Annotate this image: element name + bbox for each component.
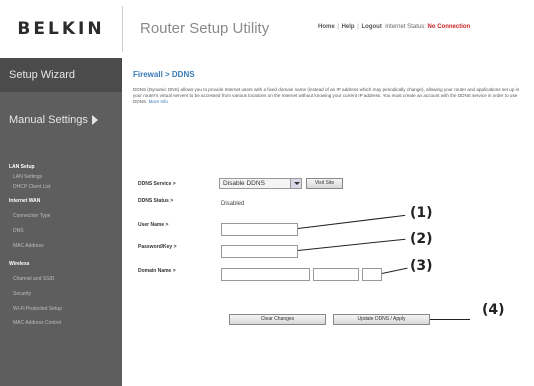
belkin-logo: BELKIN [0,0,122,58]
callout-4: (4) [482,302,505,318]
domain-name-label: Domain Name > [138,268,176,274]
breadcrumb: Firewall > DDNS [133,70,195,79]
sidebar-section-internet-wan: Internet WAN [9,198,41,204]
ddns-description: DDNS (Dynamic DNS) allows you to provide… [133,87,528,105]
manual-settings-link[interactable]: Manual Settings [0,114,122,126]
internet-status-value: No Connection [427,24,471,30]
sidebar: Setup Wizard Manual Settings LAN Setup L… [0,58,122,386]
description-text: DDNS (Dynamic DNS) allows you to provide… [133,87,520,104]
setup-wizard-label: Setup Wizard [9,69,76,81]
logout-link[interactable]: Logout [362,24,382,30]
ddns-status-value: Disabled [221,201,245,207]
visit-site-button[interactable]: Visit Site [306,178,343,189]
sidebar-item-security[interactable]: Security [13,291,31,297]
password-key-label: Password/Key > [138,244,177,250]
sidebar-item-mac-address-control[interactable]: MAC Address Control [13,320,61,326]
sidebar-section-wireless: Wireless [9,261,30,267]
callout-line-1 [297,214,406,229]
callout-line-4 [430,319,470,320]
brand-name: BELKIN [17,19,105,39]
chevron-right-icon [91,115,98,126]
header-divider [122,6,123,52]
user-name-label: User Name > [138,222,169,228]
sidebar-item-wps[interactable]: Wi-Fi Protected Setup [13,306,62,312]
domain-name-input-2[interactable] [313,268,359,281]
ddns-service-value: Disable DDNS [223,180,265,187]
ddns-service-select[interactable]: Disable DDNS [219,178,302,189]
domain-name-input-3[interactable] [362,268,382,281]
callout-1: (1) [410,205,433,221]
ddns-service-label: DDNS Service > [138,181,176,187]
sidebar-item-dhcp-client-list[interactable]: DHCP Client List [13,184,50,190]
callout-line-3 [381,267,408,274]
home-link[interactable]: Home [318,24,335,30]
setup-wizard-link[interactable]: Setup Wizard [0,58,122,92]
domain-name-input-1[interactable] [221,268,310,281]
sidebar-section-lan-setup: LAN Setup [9,164,35,170]
password-key-input[interactable] [221,245,298,258]
sidebar-item-mac-address[interactable]: MAC Address [13,243,44,249]
clear-changes-button[interactable]: Clear Changes [229,314,326,325]
callout-2: (2) [410,231,433,247]
help-link[interactable]: Help [342,24,355,30]
callout-line-2 [297,238,406,251]
manual-settings-label: Manual Settings [9,114,88,126]
callout-3: (3) [410,258,433,274]
more-info-link[interactable]: More Info [149,99,168,104]
header-links: Home | Help | Logout Internet Status: No… [318,24,471,30]
chevron-down-icon [290,179,301,188]
user-name-input[interactable] [221,223,298,236]
sidebar-item-lan-settings[interactable]: LAN Settings [13,174,42,180]
app-title: Router Setup Utility [140,20,270,37]
internet-status-label: Internet Status: [385,24,426,30]
sidebar-item-channel-ssid[interactable]: Channel and SSID [13,276,54,282]
sidebar-item-connection-type[interactable]: Connection Type [13,213,50,219]
update-ddns-button[interactable]: Update DDNS / Apply [333,314,430,325]
sidebar-item-dns[interactable]: DNS [13,228,24,234]
ddns-status-label: DDNS Status > [138,198,174,204]
